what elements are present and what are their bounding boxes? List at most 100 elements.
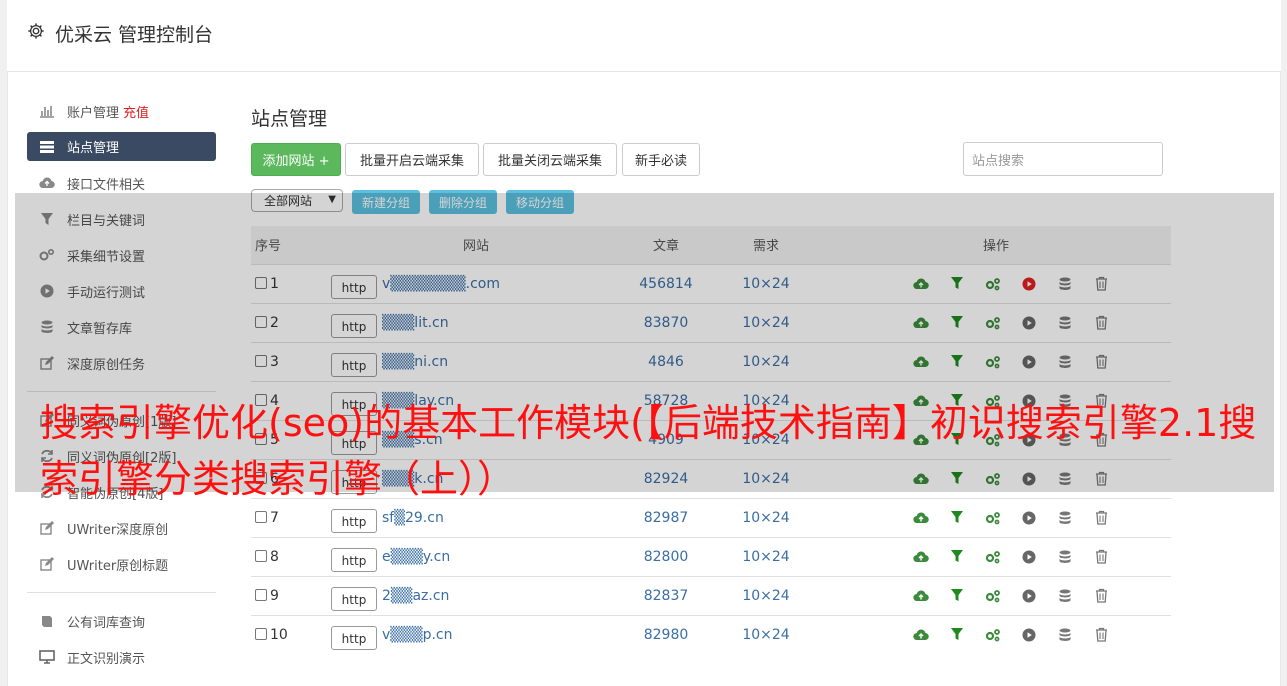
row-checkbox[interactable] (255, 276, 267, 289)
delete-group-button[interactable]: 删除分组 (429, 190, 497, 214)
batch-open-cloud-button[interactable]: 批量开启云端采集 (345, 143, 479, 176)
protocol-badge[interactable]: http (331, 352, 377, 377)
sidebar-item-interface-files[interactable]: 接口文件相关 (27, 165, 216, 201)
sidebar-item-article-store[interactable]: 文章暂存库 (27, 309, 216, 345)
protocol-badge[interactable]: http (331, 508, 377, 533)
sidebar-item-deep-original[interactable]: 深度原创任务 (27, 345, 216, 381)
demand-value[interactable]: 10×24 (711, 575, 821, 615)
article-count[interactable]: 82800 (621, 536, 711, 576)
cloud-upload-icon[interactable] (911, 313, 931, 333)
filter-icon[interactable] (947, 352, 967, 372)
article-count[interactable]: 456814 (621, 263, 711, 303)
site-domain-link[interactable]: v▒▒▒▒▒▒▒.com (382, 276, 500, 292)
site-domain-link[interactable]: ▒▒▒ni.cn (382, 354, 448, 370)
trash-icon[interactable] (1091, 547, 1111, 567)
protocol-badge[interactable]: http (331, 274, 377, 299)
sidebar-item-public-lexicon[interactable]: 公有词库查询 (27, 603, 216, 639)
play-icon[interactable] (1019, 508, 1039, 528)
demand-value[interactable]: 10×24 (711, 263, 821, 303)
article-count[interactable]: 82837 (621, 575, 711, 615)
protocol-badge[interactable]: http (331, 313, 377, 338)
sidebar-item-uwriter-title[interactable]: UWriter原创标题 (27, 546, 216, 582)
database-icon[interactable] (1055, 586, 1075, 606)
cloud-upload-icon[interactable] (911, 508, 931, 528)
database-icon[interactable] (1055, 625, 1075, 645)
sidebar-item-text-recognition[interactable]: 正文识别演示 (27, 639, 216, 675)
play-icon[interactable] (1019, 625, 1039, 645)
protocol-badge[interactable]: http (331, 586, 377, 611)
filter-icon[interactable] (947, 547, 967, 567)
filter-icon[interactable] (947, 625, 967, 645)
trash-icon[interactable] (1091, 313, 1111, 333)
protocol-badge[interactable]: http (331, 625, 377, 650)
trash-icon[interactable] (1091, 274, 1111, 294)
gears-icon[interactable] (983, 352, 1003, 372)
gears-icon[interactable] (983, 586, 1003, 606)
play-icon[interactable] (1019, 586, 1039, 606)
article-count[interactable]: 82980 (621, 614, 711, 654)
sidebar-item-site-management[interactable]: 站点管理 (27, 132, 216, 161)
site-domain-link[interactable]: 2▒▒az.cn (382, 588, 449, 604)
article-count[interactable]: 83870 (621, 302, 711, 342)
trash-icon[interactable] (1091, 625, 1111, 645)
play-icon[interactable] (1019, 352, 1039, 372)
batch-close-cloud-button[interactable]: 批量关闭云端采集 (483, 143, 617, 176)
sidebar-item-account[interactable]: 账户管理 充值 (27, 93, 216, 129)
gears-icon[interactable] (983, 508, 1003, 528)
database-icon[interactable] (1055, 547, 1075, 567)
filter-icon[interactable] (947, 274, 967, 294)
filter-icon[interactable] (947, 508, 967, 528)
cloud-upload-icon[interactable] (911, 547, 931, 567)
demand-value[interactable]: 10×24 (711, 302, 821, 342)
cloud-upload-icon[interactable] (911, 352, 931, 372)
play-icon[interactable] (1019, 313, 1039, 333)
gears-icon[interactable] (983, 274, 1003, 294)
site-domain-link[interactable]: ▒▒▒lit.cn (382, 315, 449, 331)
database-icon[interactable] (1055, 274, 1075, 294)
sidebar-item-collect-settings[interactable]: 采集细节设置 (27, 237, 216, 273)
site-search-input[interactable]: 站点搜索 (963, 142, 1163, 176)
site-cell: http ▒▒▒lit.cn (331, 302, 621, 342)
demand-value[interactable]: 10×24 (711, 341, 821, 381)
gears-icon[interactable] (983, 625, 1003, 645)
demand-value[interactable]: 10×24 (711, 614, 821, 654)
add-site-button[interactable]: 添加网站 + (251, 143, 341, 176)
new-group-button[interactable]: 新建分组 (352, 190, 420, 214)
cloud-upload-icon[interactable] (911, 625, 931, 645)
recharge-link[interactable]: 充值 (123, 102, 149, 121)
trash-icon[interactable] (1091, 508, 1111, 528)
group-select[interactable]: 全部网站 ▼ (251, 189, 343, 212)
table-row: 1 http v▒▒▒▒▒▒▒.com 456814 10×24 (251, 263, 1171, 303)
play-icon[interactable] (1019, 547, 1039, 567)
sidebar-item-columns-keywords[interactable]: 栏目与关键词 (27, 201, 216, 237)
row-number: 3 (270, 353, 279, 370)
database-icon[interactable] (1055, 352, 1075, 372)
row-checkbox[interactable] (255, 510, 267, 523)
play-icon[interactable] (1019, 274, 1039, 294)
row-checkbox[interactable] (255, 549, 267, 562)
trash-icon[interactable] (1091, 352, 1111, 372)
move-group-button[interactable]: 移动分组 (506, 190, 574, 214)
gears-icon[interactable] (983, 313, 1003, 333)
filter-icon[interactable] (947, 586, 967, 606)
row-checkbox[interactable] (255, 588, 267, 601)
site-domain-link[interactable]: e▒▒▒y.cn (382, 549, 450, 565)
beginner-guide-button[interactable]: 新手必读 (622, 143, 700, 176)
gears-icon[interactable] (983, 547, 1003, 567)
row-checkbox[interactable] (255, 354, 267, 367)
cloud-upload-icon[interactable] (911, 274, 931, 294)
sidebar-item-manual-test[interactable]: 手动运行测试 (27, 273, 216, 309)
filter-icon[interactable] (947, 313, 967, 333)
database-icon[interactable] (1055, 508, 1075, 528)
article-count[interactable]: 4846 (621, 341, 711, 381)
protocol-badge[interactable]: http (331, 547, 377, 572)
site-domain-link[interactable]: sf▒29.cn (382, 510, 444, 526)
row-checkbox[interactable] (255, 315, 267, 328)
cloud-upload-icon[interactable] (911, 586, 931, 606)
database-icon[interactable] (1055, 313, 1075, 333)
sidebar-item-uwriter-deep[interactable]: UWriter深度原创 (27, 510, 216, 546)
trash-icon[interactable] (1091, 586, 1111, 606)
demand-value[interactable]: 10×24 (711, 536, 821, 576)
site-domain-link[interactable]: v▒▒▒p.cn (382, 627, 453, 643)
row-checkbox[interactable] (255, 627, 267, 640)
